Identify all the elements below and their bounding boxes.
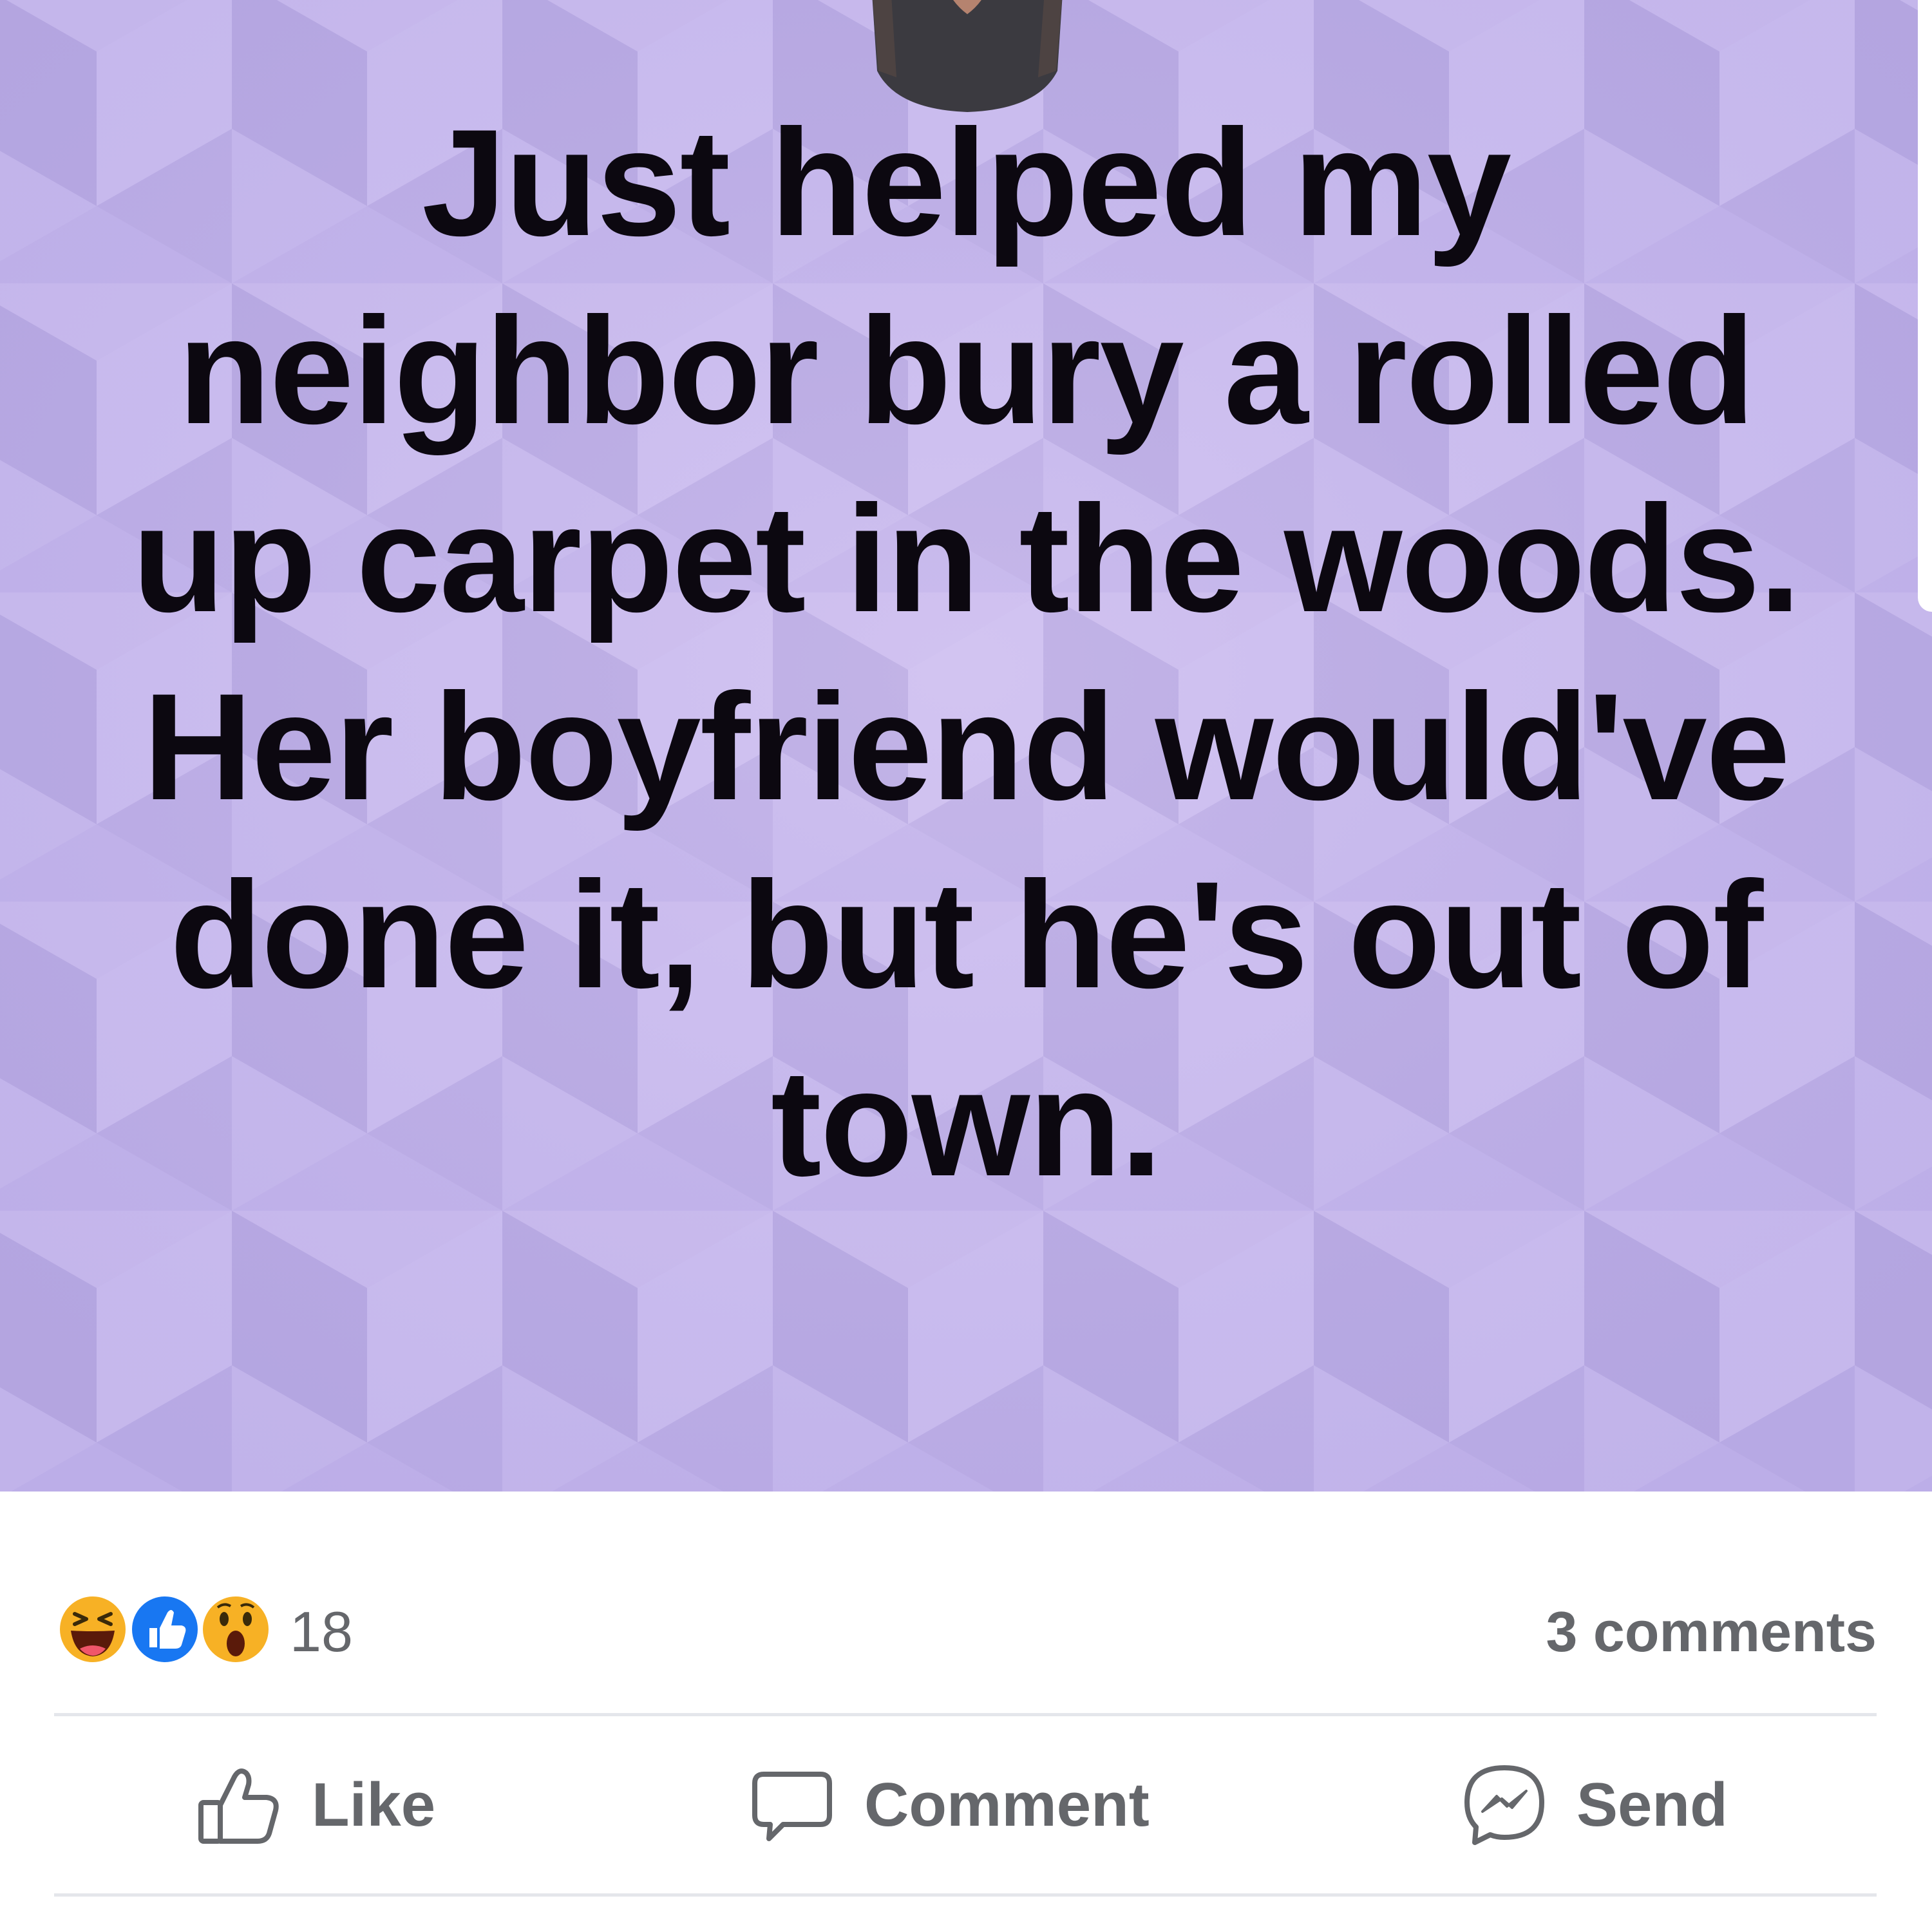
reactions-summary[interactable]: 18 3 comments <box>54 1591 1877 1668</box>
messenger-icon <box>1464 1765 1544 1845</box>
divider-bottom <box>54 1893 1877 1897</box>
send-label: Send <box>1577 1770 1728 1839</box>
comment-bubble-icon <box>752 1771 832 1841</box>
haha-reaction-icon <box>56 1593 129 1666</box>
facebook-post: Just helped my neighbor bury a rolled up… <box>0 0 1932 1932</box>
status-background: Just helped my neighbor bury a rolled up… <box>0 0 1932 1492</box>
post-action-bar: Like Comment Send <box>54 1716 1877 1893</box>
like-label: Like <box>312 1770 436 1839</box>
scrollbar-edge <box>1918 0 1932 612</box>
status-text: Just helped my neighbor bury a rolled up… <box>132 98 1801 1208</box>
thumbs-up-icon <box>198 1768 279 1844</box>
send-button[interactable]: Send <box>1459 1716 1728 1893</box>
reaction-icons-group[interactable] <box>54 1591 279 1668</box>
comment-label: Comment <box>864 1770 1150 1839</box>
comment-button[interactable]: Comment <box>747 1716 1150 1893</box>
wow-reaction-icon <box>199 1593 272 1666</box>
like-reaction-icon <box>128 1593 202 1666</box>
reaction-count[interactable]: 18 <box>290 1604 353 1660</box>
like-button[interactable]: Like <box>194 1716 435 1893</box>
comments-count-link[interactable]: 3 comments <box>1546 1604 1877 1660</box>
